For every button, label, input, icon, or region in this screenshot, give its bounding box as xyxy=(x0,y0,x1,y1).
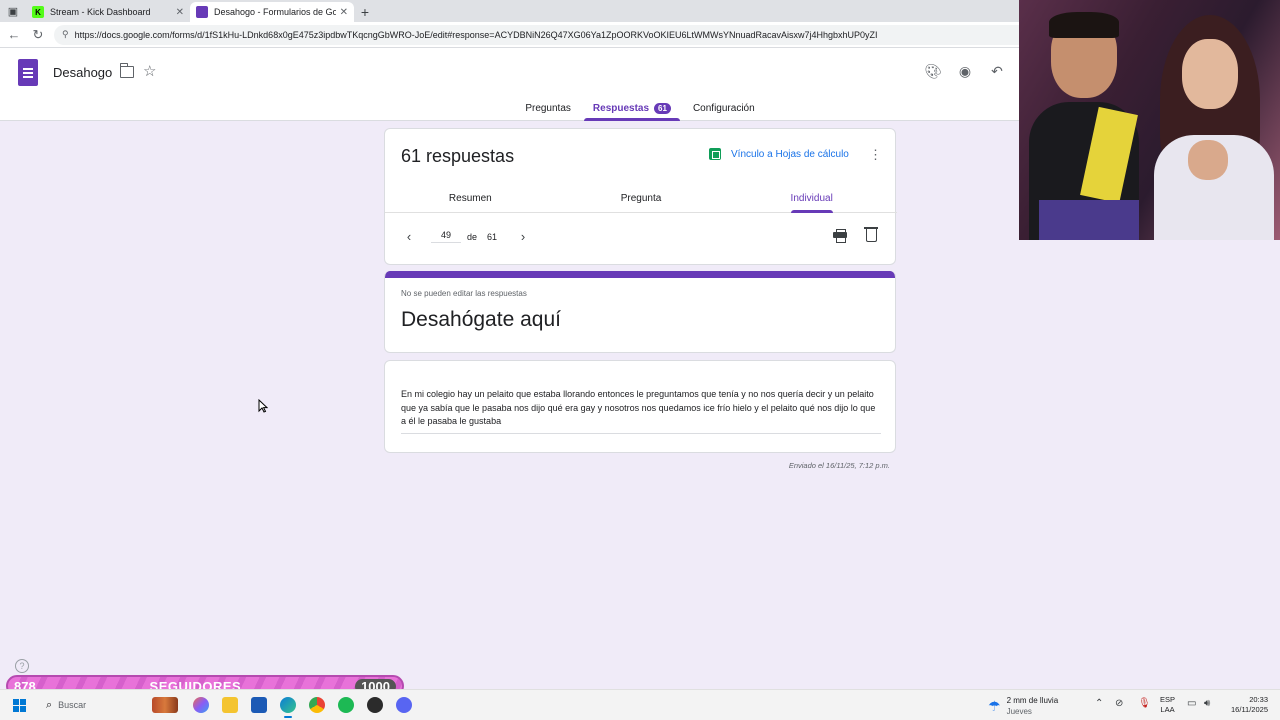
star-icon[interactable]: ☆ xyxy=(143,62,156,80)
reload-icon[interactable]: ↻ xyxy=(26,23,50,47)
tab-questions[interactable]: Preguntas xyxy=(522,96,574,121)
print-icon[interactable] xyxy=(833,229,847,243)
sheets-icon xyxy=(709,148,721,160)
copilot-icon[interactable] xyxy=(193,697,209,713)
answer-text: En mi colegio hay un pelaito que estaba … xyxy=(401,388,881,434)
tab-responses-label: Respuestas xyxy=(592,103,650,114)
more-options-icon[interactable]: ⋮ xyxy=(869,147,882,163)
kick-favicon-icon: K xyxy=(32,6,44,18)
lang-bottom: LAA xyxy=(1160,705,1175,714)
chrome-icon[interactable] xyxy=(309,697,325,713)
discord-icon[interactable] xyxy=(396,697,412,713)
file-explorer-icon[interactable] xyxy=(222,697,238,713)
cohost-person-image xyxy=(1154,15,1274,240)
clock-date: 16/11/2025 xyxy=(1231,705,1268,714)
form-title-card: No se pueden editar las respuestas Desah… xyxy=(384,271,896,353)
tab-questions-label: Preguntas xyxy=(525,103,571,114)
url-text: https://docs.google.com/forms/d/1fS1kHu-… xyxy=(74,29,878,40)
link-to-sheets-label: Vínculo a Hojas de cálculo xyxy=(731,148,849,160)
responses-count: 61 respuestas xyxy=(401,146,515,166)
form-title: Desahógate aquí xyxy=(401,308,561,331)
network-icon[interactable]: ⊘ xyxy=(1115,698,1123,709)
weather-sub: Jueves xyxy=(1006,707,1032,716)
forms-favicon-icon xyxy=(196,6,208,18)
store-icon[interactable] xyxy=(251,697,267,713)
responses-subtabs: Resumen Pregunta Individual xyxy=(385,185,897,213)
close-tab-icon[interactable]: ✕ xyxy=(340,7,348,18)
tab-title: Desahogo - Formularios de Goog xyxy=(214,7,336,17)
streamer-person-image xyxy=(1029,10,1139,240)
weather-widget[interactable]: ☂ 2 mm de lluvia Jueves xyxy=(988,695,1058,717)
clock-time: 20:33 xyxy=(1249,695,1268,704)
tab-settings-label: Configuración xyxy=(692,103,755,114)
input-language[interactable]: ESP LAA xyxy=(1160,695,1175,715)
site-info-icon[interactable]: ⚲ xyxy=(62,29,69,40)
submitted-timestamp: Enviado el 16/11/25, 7:12 p.m. xyxy=(788,461,890,470)
tab-actions-icon[interactable]: ▣ xyxy=(0,0,26,22)
subtab-individual-label: Individual xyxy=(790,193,833,204)
back-icon[interactable]: ← xyxy=(2,23,26,47)
webcam-overlay xyxy=(1019,0,1280,240)
taskbar: ⌕ Buscar ☂ 2 mm de lluvia Jueves ⌃ ⊘ 🎙︎ … xyxy=(0,689,1280,720)
rain-cloud-icon: ☂ xyxy=(988,697,1001,714)
tray-chevron-icon[interactable]: ⌃ xyxy=(1095,698,1103,709)
pager-of-label: de xyxy=(467,231,478,242)
volume-icon[interactable]: 🔊︎ xyxy=(1204,698,1210,709)
responses-count-badge: 61 xyxy=(654,103,671,114)
microphone-icon[interactable]: 🎙︎ xyxy=(1138,698,1151,709)
edge-icon[interactable] xyxy=(280,697,296,718)
taskbar-search[interactable]: ⌕ Buscar xyxy=(36,694,146,716)
tab-settings[interactable]: Configuración xyxy=(690,96,758,121)
spotify-icon[interactable] xyxy=(338,697,354,713)
forms-logo-icon[interactable] xyxy=(18,59,38,86)
url-field[interactable]: ⚲ https://docs.google.com/forms/d/1fS1kH… xyxy=(54,24,1054,45)
answer-card: En mi colegio hay un pelaito que estaba … xyxy=(384,360,896,453)
browser-tab-kick[interactable]: K Stream - Kick Dashboard ✕ xyxy=(26,2,190,22)
tab-title: Stream - Kick Dashboard xyxy=(50,7,151,17)
subtab-question-label: Pregunta xyxy=(620,193,662,204)
help-icon[interactable]: ? xyxy=(15,659,29,673)
search-placeholder: Buscar xyxy=(58,700,87,710)
windows-start-icon[interactable] xyxy=(13,699,27,713)
display-icon[interactable]: ▭ xyxy=(1187,698,1196,709)
browser-tab-forms[interactable]: Desahogo - Formularios de Goog ✕ xyxy=(190,2,354,22)
close-tab-icon[interactable]: ✕ xyxy=(176,7,184,18)
preview-eye-icon[interactable]: ◉ xyxy=(955,61,975,81)
lang-top: ESP xyxy=(1160,695,1176,704)
cannot-edit-notice: No se pueden editar las respuestas xyxy=(401,289,527,298)
delete-icon[interactable] xyxy=(864,227,878,242)
palette-icon[interactable]: 🎨︎ xyxy=(923,61,943,81)
pager-total: 61 xyxy=(487,231,498,242)
search-icon: ⌕ xyxy=(46,698,53,711)
link-to-sheets-button[interactable]: Vínculo a Hojas de cálculo xyxy=(709,148,849,160)
obs-icon[interactable] xyxy=(367,697,383,713)
weather-main: 2 mm de lluvia xyxy=(1006,696,1059,705)
folder-icon[interactable] xyxy=(119,63,134,78)
new-tab-icon[interactable]: + xyxy=(354,2,376,22)
taskbar-widget-icon[interactable] xyxy=(152,697,178,713)
previous-response-icon[interactable]: ‹ xyxy=(401,229,417,244)
title-accent-bar xyxy=(385,271,895,278)
subtab-summary-label: Resumen xyxy=(448,193,492,204)
response-number-input[interactable]: 49 xyxy=(431,230,461,243)
subtab-summary[interactable]: Resumen xyxy=(385,185,556,212)
subtab-question[interactable]: Pregunta xyxy=(556,185,727,212)
form-name[interactable]: Desahogo xyxy=(53,65,112,80)
response-pager: ‹ 49 de 61 › xyxy=(401,229,531,244)
responses-card: 61 respuestas Vínculo a Hojas de cálculo… xyxy=(384,128,897,265)
undo-icon[interactable]: ↶ xyxy=(987,61,1007,81)
subtab-individual[interactable]: Individual xyxy=(726,185,897,213)
system-clock[interactable]: 20:33 16/11/2025 xyxy=(1224,695,1268,715)
tab-responses[interactable]: Respuestas 61 xyxy=(583,96,681,121)
next-response-icon[interactable]: › xyxy=(515,229,531,244)
